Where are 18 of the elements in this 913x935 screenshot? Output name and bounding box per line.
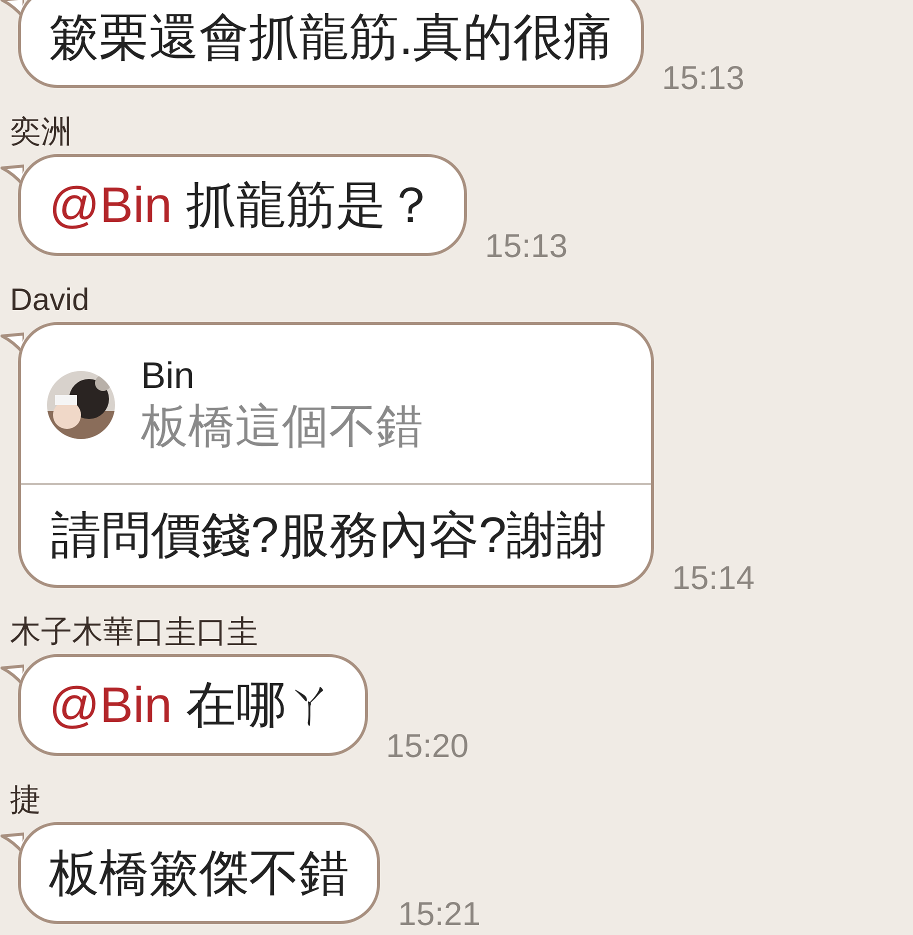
message-text: 在哪ㄚ <box>186 677 338 733</box>
message-time: 15:20 <box>386 728 469 764</box>
message-time: 15:21 <box>398 896 481 932</box>
quoted-author: Bin <box>141 355 196 397</box>
message-text: 板橋簌傑不錯 <box>49 845 349 901</box>
message-time: 15:13 <box>662 60 744 96</box>
mention-link[interactable]: @Bin <box>49 177 172 233</box>
message-text: 抓龍筋是？ <box>186 177 436 233</box>
quoted-text: 板橋這個不錯 <box>141 398 423 454</box>
sender-name: 奕洲 <box>10 114 73 150</box>
mention-link[interactable]: @Bin <box>49 677 172 733</box>
message-text: 請問價錢?服務內容?謝謝 <box>50 506 608 565</box>
sender-name: 捷 <box>10 782 42 818</box>
message-time: 15:13 <box>485 228 568 264</box>
message-time: 15:14 <box>672 560 755 596</box>
sender-name: David <box>10 282 90 318</box>
message-text: 簌栗還會抓龍筋.真的很痛 <box>49 9 613 65</box>
sender-name: 木子木華口圭口圭 <box>10 614 259 650</box>
